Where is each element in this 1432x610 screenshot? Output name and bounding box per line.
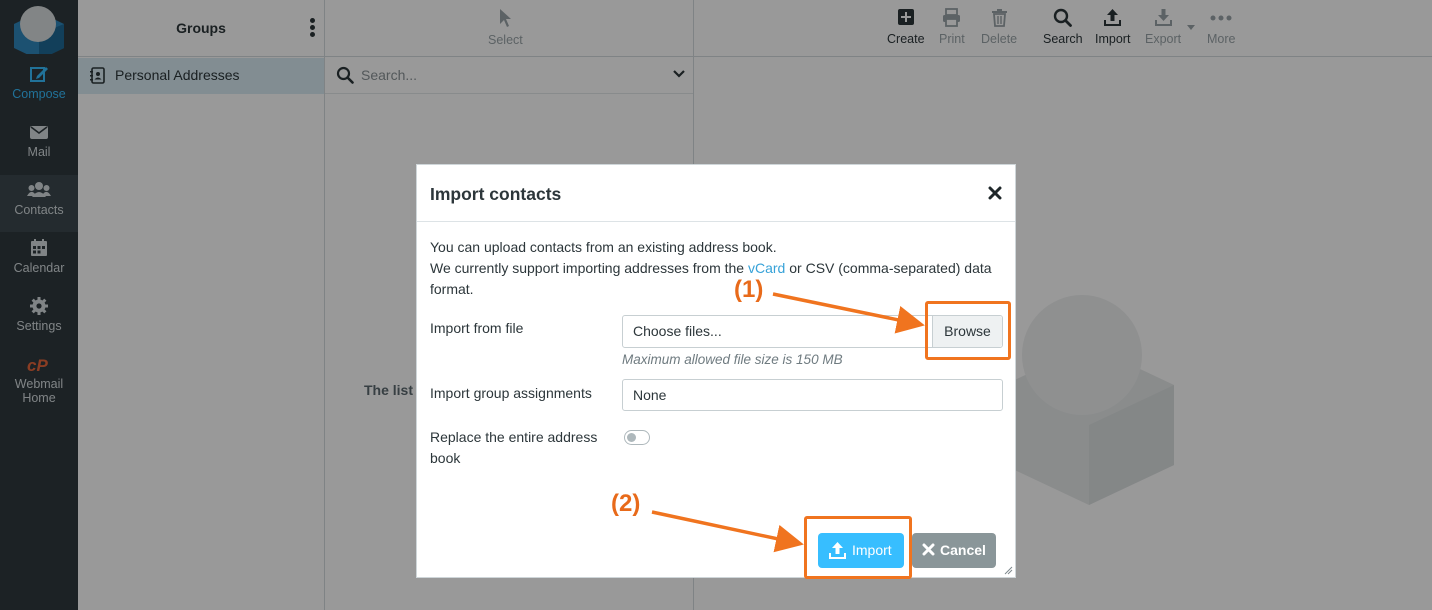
arrow-to-import — [651, 510, 804, 553]
arrow-to-browse — [772, 292, 925, 334]
annotation-arrows — [651, 292, 925, 553]
